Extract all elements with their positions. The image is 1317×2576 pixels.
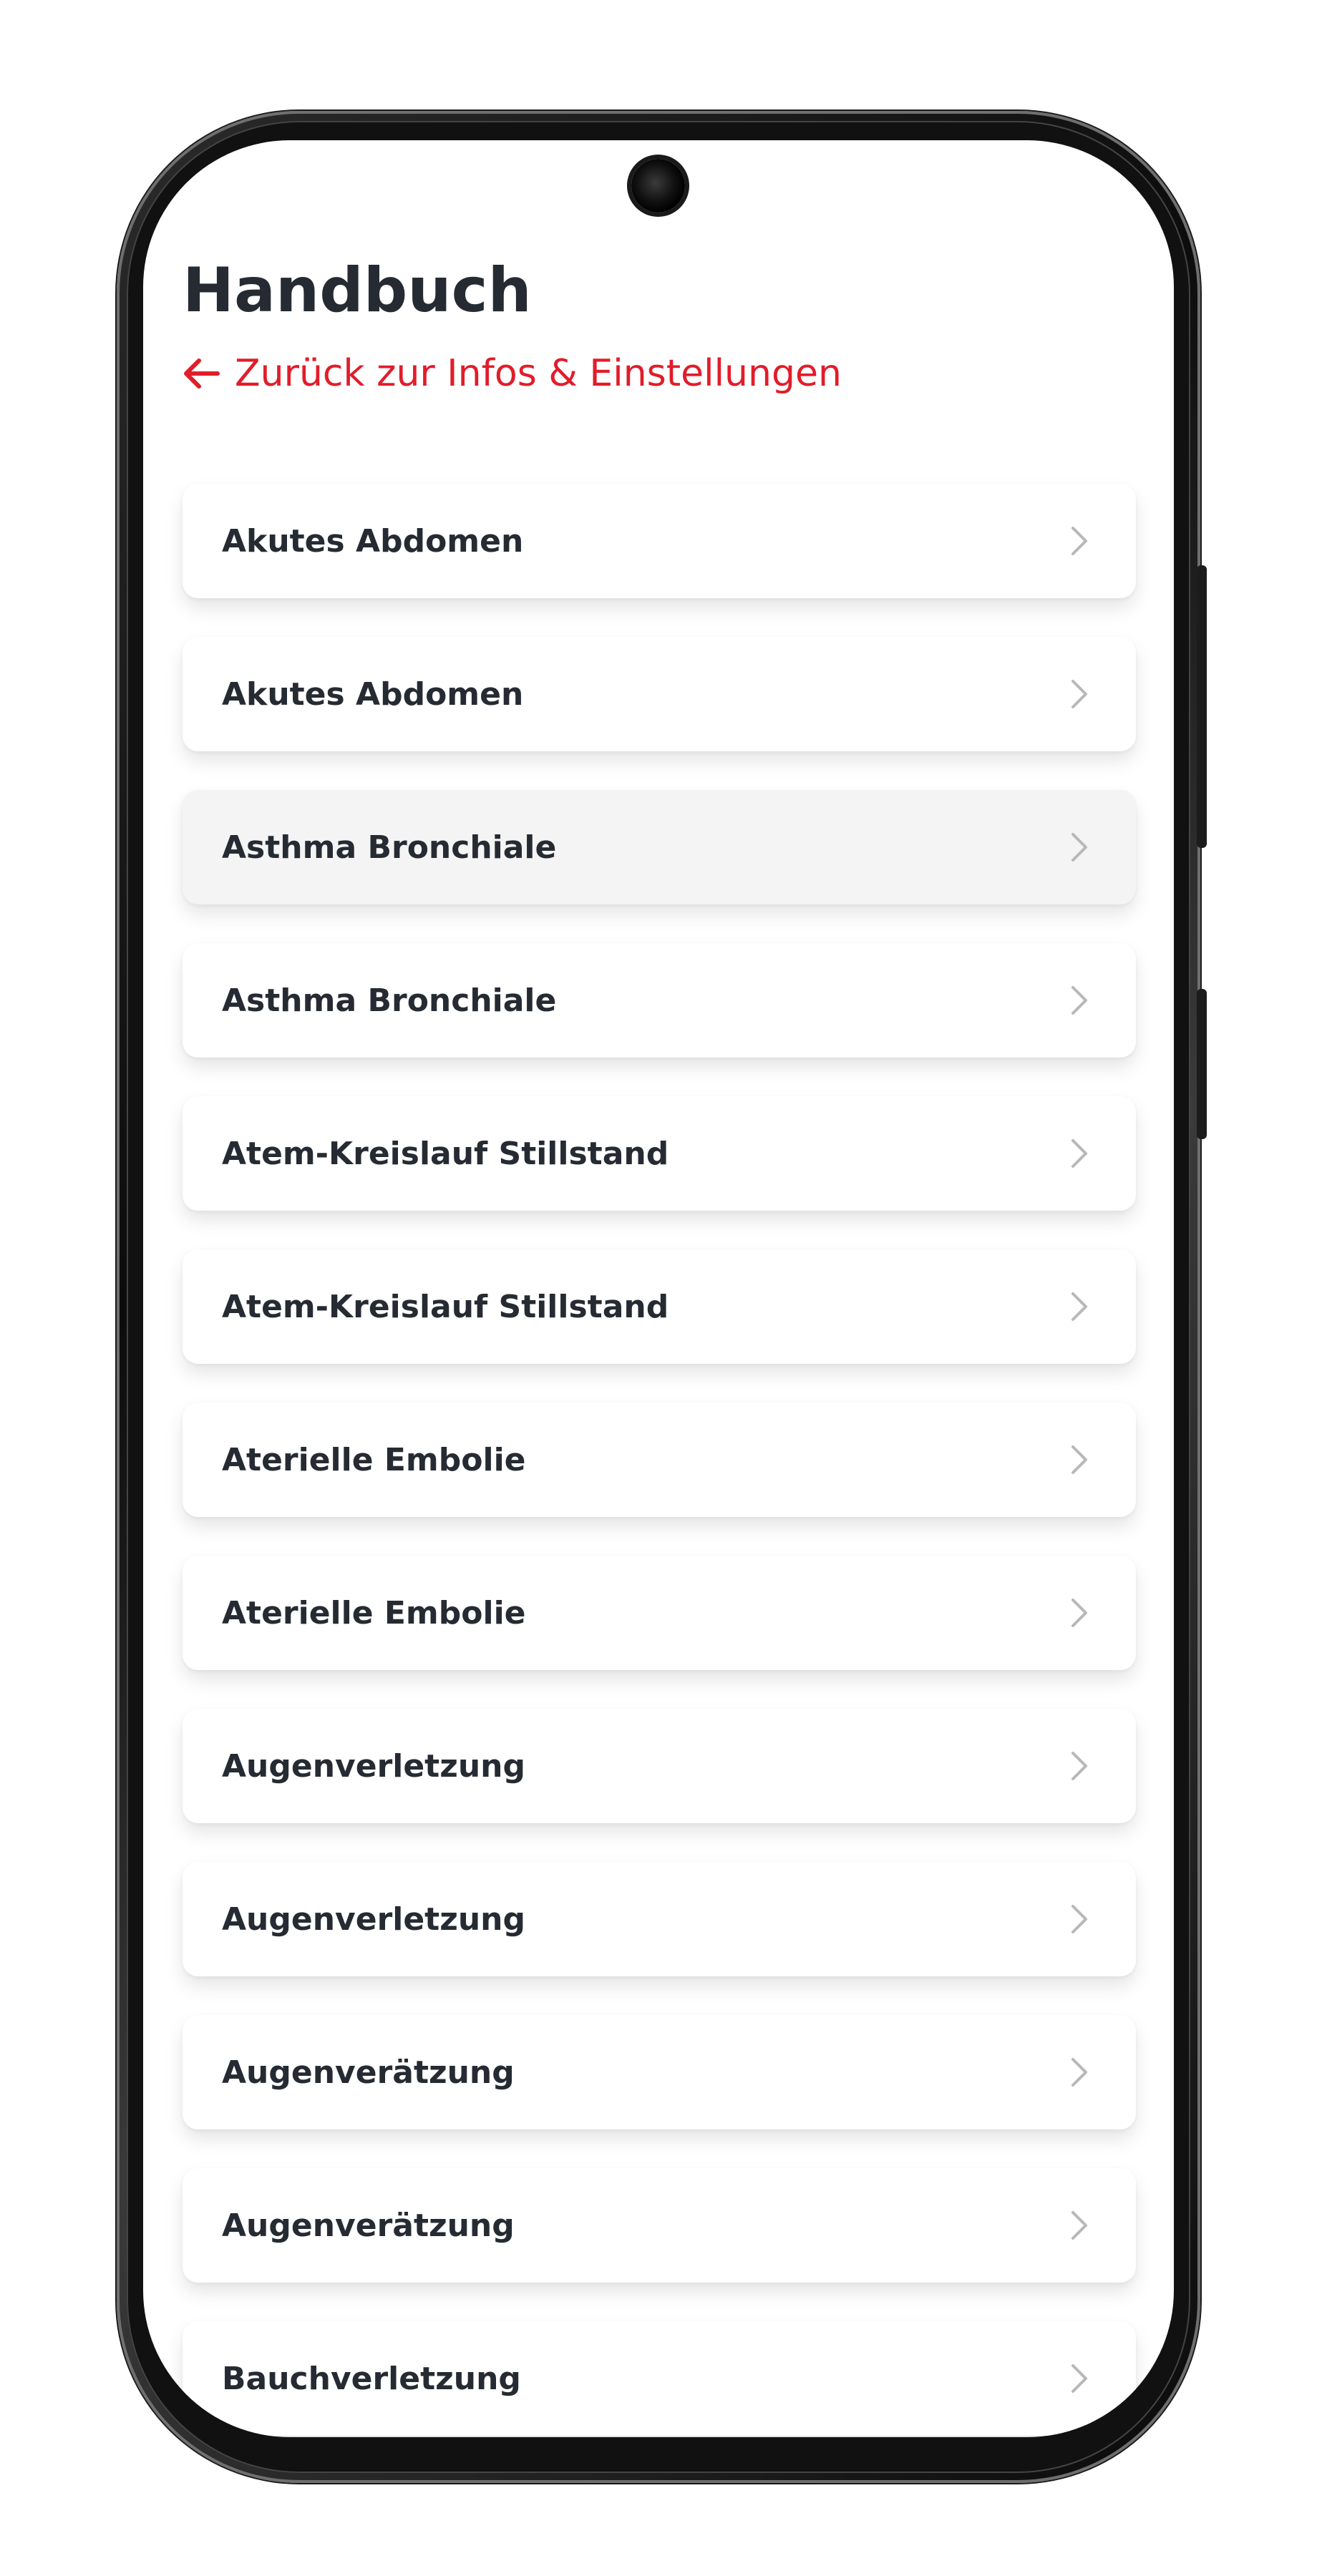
- list-item[interactable]: Aterielle Embolie: [183, 1402, 1136, 1517]
- list-item[interactable]: Augenverletzung: [183, 1709, 1136, 1823]
- list-item[interactable]: Augenverätzung: [183, 2015, 1136, 2129]
- list-item-label: Atem-Kreislauf Stillstand: [222, 1135, 669, 1172]
- chevron-right-icon: [1071, 1752, 1087, 1780]
- list-item[interactable]: Akutes Abdomen: [183, 637, 1136, 751]
- chevron-right-icon: [1071, 833, 1087, 862]
- list-item[interactable]: Aterielle Embolie: [183, 1556, 1136, 1670]
- chevron-right-icon: [1071, 680, 1087, 708]
- app-screen: Handbuch Zurück zur Infos & Einstellunge…: [143, 140, 1174, 2437]
- list-item-label: Aterielle Embolie: [222, 1441, 526, 1478]
- chevron-right-icon: [1071, 2058, 1087, 2087]
- list-item-label: Augenverätzung: [222, 2054, 515, 2091]
- chevron-right-icon: [1071, 2364, 1087, 2393]
- chevron-right-icon: [1071, 1445, 1087, 1474]
- list-item-label: Atem-Kreislauf Stillstand: [222, 1288, 669, 1325]
- list-item[interactable]: Atem-Kreislauf Stillstand: [183, 1096, 1136, 1211]
- page-title: Handbuch: [183, 255, 532, 326]
- chevron-right-icon: [1071, 1905, 1087, 1933]
- chevron-right-icon: [1071, 1599, 1087, 1627]
- back-link-label: Zurück zur Infos & Einstellungen: [235, 352, 842, 395]
- list-item-label: Augenverätzung: [222, 2207, 515, 2244]
- list-item-label: Augenverletzung: [222, 1747, 525, 1785]
- list-item-label: Akutes Abdomen: [222, 675, 524, 713]
- list-item[interactable]: Atem-Kreislauf Stillstand: [183, 1249, 1136, 1364]
- list-item-label: Aterielle Embolie: [222, 1594, 526, 1631]
- chevron-right-icon: [1071, 2211, 1087, 2240]
- topic-list: Akutes Abdomen Akutes Abdomen Asthma Bro…: [183, 484, 1136, 2437]
- list-item[interactable]: Augenverätzung: [183, 2168, 1136, 2283]
- list-item-label: Bauchverletzung: [222, 2360, 521, 2397]
- power-button: [1197, 989, 1207, 1139]
- list-item-label: Augenverletzung: [222, 1901, 525, 1938]
- chevron-right-icon: [1071, 986, 1087, 1015]
- chevron-right-icon: [1071, 1292, 1087, 1321]
- back-link[interactable]: Zurück zur Infos & Einstellungen: [180, 352, 842, 395]
- list-item-label: Asthma Bronchiale: [222, 982, 557, 1019]
- list-item[interactable]: Asthma Bronchiale: [183, 943, 1136, 1058]
- list-item[interactable]: Akutes Abdomen: [183, 484, 1136, 598]
- list-item[interactable]: Bauchverletzung: [183, 2321, 1136, 2436]
- list-item[interactable]: Augenverletzung: [183, 1862, 1136, 1976]
- list-item-label: Akutes Abdomen: [222, 522, 524, 560]
- list-item[interactable]: Asthma Bronchiale: [183, 790, 1136, 904]
- arrow-left-icon: [184, 358, 220, 389]
- volume-button: [1197, 565, 1207, 848]
- camera-icon: [631, 159, 685, 213]
- chevron-right-icon: [1071, 527, 1087, 555]
- chevron-right-icon: [1071, 1139, 1087, 1168]
- list-item-label: Asthma Bronchiale: [222, 829, 557, 866]
